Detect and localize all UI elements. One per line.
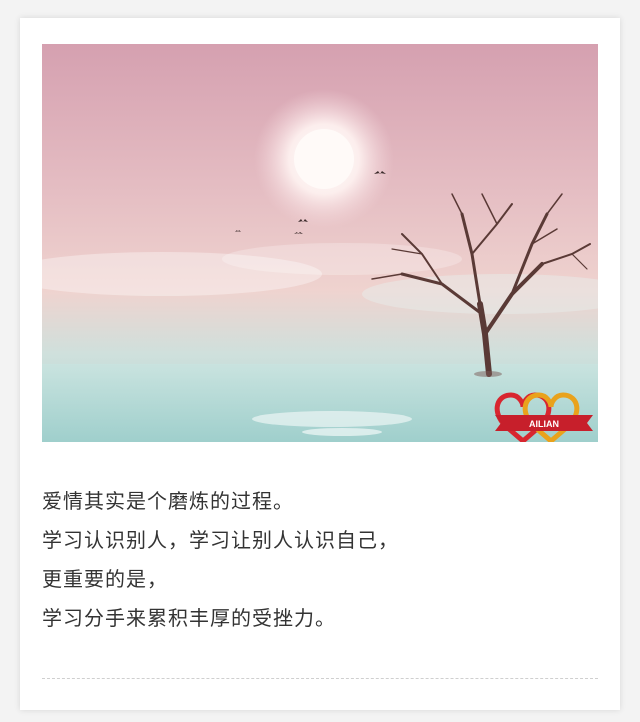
text-line-3: 更重要的是， — [42, 567, 168, 591]
header-photo: AILIAN — [42, 44, 598, 442]
lake-tree-illustration: AILIAN — [42, 44, 598, 442]
post-card: AILIAN 爱情其实是个磨炼的过程。 学习认识别人，学习让别人认识自己， 更重… — [20, 18, 620, 710]
text-line-2: 学习认识别人，学习让别人认识自己， — [42, 528, 399, 552]
text-line-1: 爱情其实是个磨炼的过程。 — [42, 489, 294, 513]
dashed-divider — [42, 678, 598, 679]
text-line-4: 学习分手来累积丰厚的受挫力。 — [42, 606, 336, 630]
post-text: 爱情其实是个磨炼的过程。 学习认识别人，学习让别人认识自己， 更重要的是， 学习… — [42, 482, 598, 638]
ailian-logo-text: AILIAN — [529, 419, 559, 429]
